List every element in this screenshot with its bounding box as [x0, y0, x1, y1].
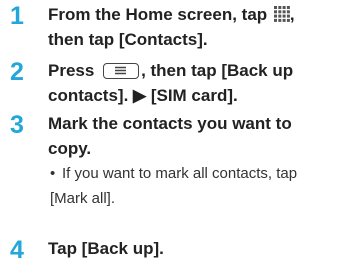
- note-line: • If you want to mark all contacts, tap: [50, 161, 360, 186]
- step-instruction: From the Home screen, tap , then tap [Co…: [48, 2, 360, 52]
- step-line: Press , then tap [Back up: [48, 58, 360, 83]
- menu-key-icon: [103, 63, 140, 79]
- step-number: 2: [10, 58, 24, 86]
- step-text-part: ,: [289, 5, 295, 24]
- step-text-part: , then tap [Back up: [141, 61, 294, 80]
- step-line: contacts]. ▶ [SIM card].: [48, 86, 238, 105]
- step-note: • If you want to mark all contacts, tap […: [50, 161, 360, 211]
- step-number: 4: [10, 236, 24, 264]
- step-instruction: Press , then tap [Back up contacts]. ▶ […: [48, 58, 360, 108]
- step-instruction: Tap [Back up].: [48, 239, 164, 258]
- note-line: [Mark all].: [50, 186, 360, 211]
- step-text-part: Press: [48, 61, 95, 80]
- step-line: From the Home screen, tap ,: [48, 2, 360, 27]
- bullet-icon: •: [50, 165, 56, 182]
- step-line: Mark the contacts you want to: [48, 114, 292, 133]
- note-text: If you want to mark all contacts, tap: [62, 165, 298, 182]
- apps-grid-icon: [273, 4, 290, 22]
- step-line: copy.: [48, 139, 92, 158]
- step-number: 3: [10, 111, 24, 139]
- step-line: then tap [Contacts].: [48, 30, 208, 49]
- note-text: [Mark all].: [50, 190, 116, 207]
- step-text-part: From the Home screen, tap: [48, 5, 268, 24]
- step-instruction: Mark the contacts you want to copy.: [48, 111, 360, 161]
- step-number: 1: [10, 2, 24, 30]
